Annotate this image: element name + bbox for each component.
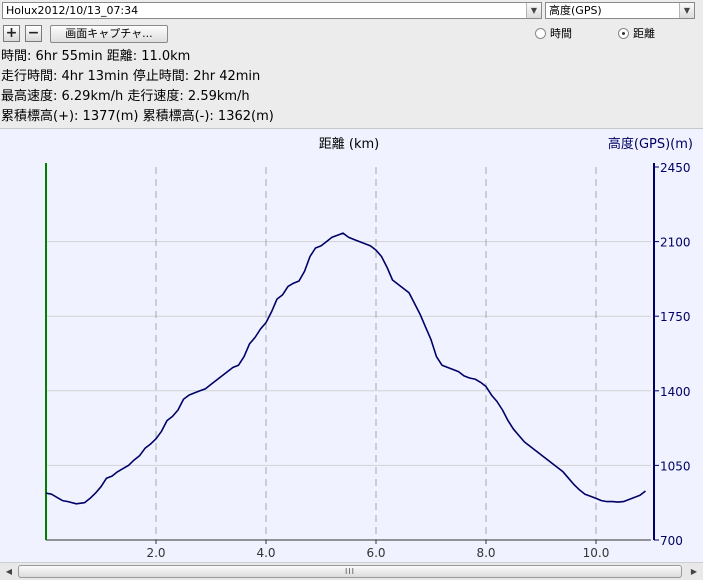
y-tick-label: 1050 <box>660 459 691 473</box>
scrollbar-thumb[interactable]: III <box>18 565 682 578</box>
stat-cumulative-elevation: 累積標高(+): 1377(m) 累積標高(-): 1362(m) <box>1 109 274 124</box>
y-axis-title: 高度(GPS)(m) <box>608 136 693 152</box>
altitude-source-value: 高度(GPS) <box>549 4 602 17</box>
track-select[interactable]: Holux2012/10/13_07:34 ▼ <box>2 2 542 19</box>
horizontal-scrollbar[interactable]: ◀ III ▶ <box>0 562 703 580</box>
elevation-chart[interactable]: 2.0 4.0 6.0 8.0 10.0 700 1050 1400 1750 2100 2450 距… <box>0 129 703 563</box>
x-axis-title: 距離 (km) <box>319 137 379 152</box>
selector-row: Holux2012/10/13_07:34 ▼ 高度(GPS) ▼ <box>0 0 703 22</box>
y-tick-label: 1750 <box>660 310 691 324</box>
track-select-value: Holux2012/10/13_07:34 <box>6 4 139 17</box>
scroll-left-icon[interactable]: ◀ <box>1 564 17 579</box>
zoom-out-button[interactable]: − <box>25 25 42 42</box>
radio-distance-label: 距離 <box>633 27 655 40</box>
stat-speeds: 最高速度: 6.29km/h 走行速度: 2.59km/h <box>1 89 250 104</box>
elevation-series-line <box>45 232 646 505</box>
toolbar: + − 画面キャプチャ... 時間 距離 <box>0 22 703 46</box>
y-tick-label: 2100 <box>660 236 691 250</box>
x-tick-label: 6.0 <box>366 546 385 560</box>
chevron-down-icon[interactable]: ▼ <box>526 3 541 18</box>
x-tick-label: 10.0 <box>583 546 610 560</box>
y-tick-label: 1400 <box>660 385 691 399</box>
stat-time-distance: 時間: 6hr 55min 距離: 11.0km <box>1 49 191 64</box>
app-window: Holux2012/10/13_07:34 ▼ 高度(GPS) ▼ + − 画面… <box>0 0 703 580</box>
radio-distance-indicator[interactable] <box>618 28 629 39</box>
stat-moving-stopped: 走行時間: 4hr 13min 停止時間: 2hr 42min <box>1 69 261 84</box>
x-tick-label: 8.0 <box>476 546 495 560</box>
chevron-down-icon[interactable]: ▼ <box>679 3 694 18</box>
y-tick-label: 700 <box>660 534 683 548</box>
x-tick-label: 4.0 <box>256 546 275 560</box>
scroll-right-icon[interactable]: ▶ <box>686 564 702 579</box>
radio-time-label: 時間 <box>550 27 572 40</box>
radio-time[interactable]: 時間 <box>535 27 572 41</box>
radio-time-indicator[interactable] <box>535 28 546 39</box>
track-stats: 時間: 6hr 55min 距離: 11.0km 走行時間: 4hr 13min… <box>0 46 703 128</box>
zoom-in-button[interactable]: + <box>3 25 20 42</box>
altitude-source-select[interactable]: 高度(GPS) ▼ <box>545 2 695 19</box>
x-tick-label: 2.0 <box>146 546 165 560</box>
y-tick-label: 2450 <box>660 161 691 175</box>
screen-capture-button[interactable]: 画面キャプチャ... <box>50 25 168 43</box>
elevation-chart-panel: 2.0 4.0 6.0 8.0 10.0 700 1050 1400 1750 2100 2450 距… <box>0 128 703 562</box>
radio-distance[interactable]: 距離 <box>618 27 655 41</box>
